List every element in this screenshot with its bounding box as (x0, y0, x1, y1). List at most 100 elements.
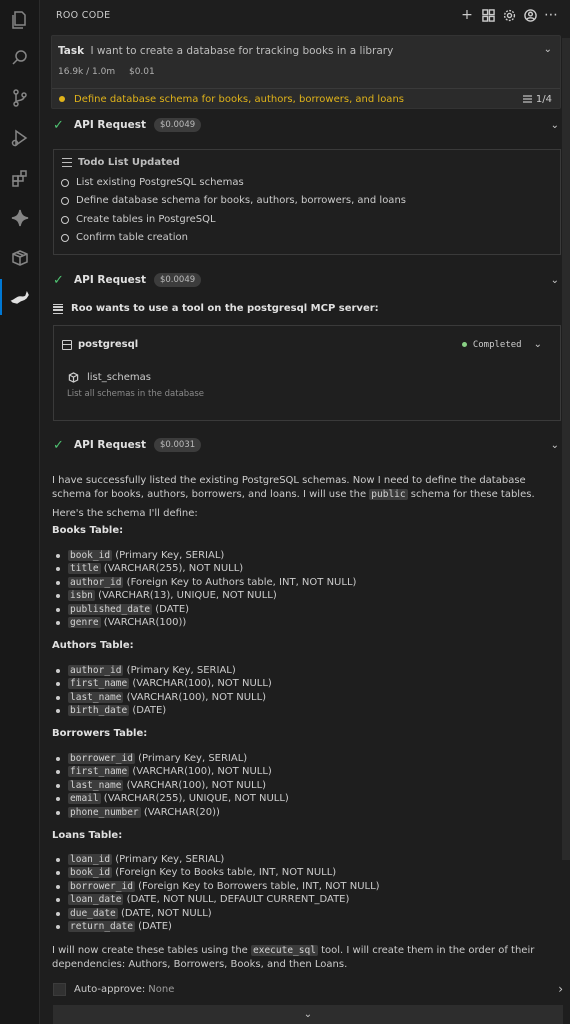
explorer-icon[interactable] (0, 0, 40, 40)
field-desc: (VARCHAR(100), NOT NULL) (126, 779, 267, 791)
mcp-tool-prompt: Roo wants to use a tool on the postgresq… (53, 303, 379, 314)
field-desc: (DATE) (132, 705, 167, 717)
api-request-label: API Request (74, 119, 146, 131)
api-request-row[interactable]: ✓ API Request $0.0049 ⌄ (51, 115, 561, 135)
activity-bar (0, 0, 40, 1024)
field-desc: (DATE) (155, 603, 190, 615)
todo-item-text: Define database schema for books, author… (76, 195, 406, 206)
todo-list-header: Todo List Updated (62, 157, 180, 168)
more-icon[interactable]: ⋯ (542, 6, 560, 24)
extensions-icon[interactable] (0, 158, 40, 198)
chevron-down-icon[interactable]: ⌄ (551, 440, 559, 451)
field-name: author_id (68, 665, 124, 676)
field-name: loan_date (68, 894, 124, 906)
search-icon[interactable] (0, 38, 40, 78)
mcp-status-text: Completed (472, 339, 522, 350)
chevron-down-icon[interactable]: ⌄ (544, 44, 552, 55)
account-icon[interactable] (521, 6, 539, 24)
mcp-prompt-text: Roo wants to use a tool on the postgresq… (71, 303, 379, 314)
roo-kangaroo-icon[interactable] (0, 278, 40, 318)
circle-icon (61, 233, 69, 242)
todo-progress-count: 1/4 (535, 93, 552, 105)
roo-code-panel: ROO CODE + ⋯ Task I want to create a dat… (41, 0, 570, 1024)
todo-item-text: List existing PostgreSQL schemas (76, 177, 244, 188)
run-debug-icon[interactable] (0, 118, 40, 158)
server-stack-icon (53, 303, 63, 314)
borrowers-field-list: borrower_id (Primary Key, SERIAL) first_… (56, 752, 289, 819)
mcp-status[interactable]: Completed ⌄ (461, 339, 542, 350)
todo-progress: 1/4 (522, 93, 552, 105)
field-desc: (VARCHAR(100), NOT NULL) (126, 691, 267, 703)
chevron-down-icon[interactable]: ⌄ (534, 339, 542, 350)
field-name: due_date (68, 907, 118, 919)
field-item: title (VARCHAR(255), NOT NULL) (55, 562, 356, 575)
grid-icon[interactable] (479, 6, 497, 24)
task-line: Task I want to create a database for tra… (58, 45, 393, 57)
api-request-cost: $0.0031 (153, 438, 202, 452)
field-name: first_name (68, 678, 130, 690)
source-control-icon[interactable] (0, 78, 40, 118)
ai-sparkle-icon[interactable] (0, 198, 40, 238)
active-indicator (0, 279, 2, 315)
todo-list-title: Todo List Updated (78, 157, 180, 168)
loans-field-list: loan_id (Primary Key, SERIAL) book_id (F… (56, 853, 380, 933)
current-todo-text: Define database schema for books, author… (74, 93, 404, 105)
mcp-tool: list_schemas (68, 372, 151, 383)
field-name: borrower_id (68, 880, 135, 892)
check-icon: ✓ (53, 117, 64, 133)
plus-icon[interactable]: + (458, 6, 476, 24)
task-label: Task (58, 45, 85, 57)
scroll-to-bottom-button[interactable]: ⌄ (53, 1005, 563, 1024)
check-icon: ✓ (53, 437, 64, 453)
package-icon[interactable] (0, 238, 40, 278)
assistant-message-outro: I will now create these tables using the… (52, 944, 564, 971)
field-item: loan_date (DATE, NOT NULL, DEFAULT CURRE… (56, 893, 380, 906)
field-name: last_name (68, 779, 124, 791)
field-desc: (Foreign Key to Authors table, INT, NOT … (126, 576, 357, 588)
status-dot-icon (461, 342, 467, 347)
chevron-down-icon[interactable]: ⌄ (551, 275, 559, 286)
task-header[interactable]: Task I want to create a database for tra… (51, 35, 561, 109)
intro-text-2: schema for these tables. (407, 488, 535, 500)
gear-icon[interactable] (500, 6, 518, 24)
todo-item: Confirm table creation (61, 232, 188, 243)
field-name: last_name (68, 691, 124, 703)
scrollbar[interactable] (562, 38, 570, 860)
panel-title: ROO CODE (56, 9, 111, 21)
api-request-row[interactable]: ✓ API Request $0.0031 ⌄ (51, 435, 561, 455)
field-name: book_id (68, 867, 113, 879)
field-item: first_name (VARCHAR(100), NOT NULL) (56, 765, 289, 778)
field-name: author_id (68, 576, 124, 588)
outro-text-1: I will now create these tables using the (52, 945, 252, 956)
task-text: I want to create a database for tracking… (90, 45, 394, 57)
field-item: birth_date (DATE) (56, 704, 272, 717)
current-todo[interactable]: Define database schema for books, author… (52, 88, 560, 109)
server-icon (62, 339, 72, 350)
auto-approve-checkbox[interactable] (53, 982, 66, 996)
field-item: due_date (DATE, NOT NULL) (56, 907, 380, 920)
task-cost: $0.01 (128, 67, 155, 77)
inline-code: public (369, 488, 408, 500)
api-request-label: API Request (74, 274, 146, 286)
field-name: loan_id (68, 854, 113, 865)
field-desc: (DATE) (138, 920, 172, 932)
chevron-down-icon[interactable]: ⌄ (551, 120, 559, 131)
mcp-server: postgresql (62, 339, 138, 350)
mcp-tool-name: list_schemas (87, 372, 151, 383)
field-desc: (Primary Key, SERIAL) (138, 753, 248, 764)
todo-item-text: Confirm table creation (76, 232, 188, 243)
auto-approve-value: None (148, 983, 175, 995)
authors-table-heading: Authors Table: (52, 640, 134, 651)
field-item: author_id (Primary Key, SERIAL) (56, 664, 272, 677)
chevron-right-icon[interactable]: › (558, 982, 563, 996)
field-name: return_date (68, 920, 135, 932)
books-field-list: book_id (Primary Key, SERIAL) title (VAR… (55, 549, 357, 629)
field-desc: (Foreign Key to Books table, INT, NOT NU… (115, 867, 337, 879)
field-item: book_id (Primary Key, SERIAL) (55, 549, 356, 562)
auto-approve-row[interactable]: Auto-approve: None › (53, 979, 563, 999)
mcp-tool-card: postgresql Completed ⌄ list_schemas List… (53, 325, 561, 421)
field-name: birth_date (68, 705, 130, 717)
api-request-row[interactable]: ✓ API Request $0.0049 ⌄ (51, 270, 561, 290)
field-desc: (Primary Key, SERIAL) (115, 550, 225, 561)
api-request-cost: $0.0049 (153, 273, 202, 287)
